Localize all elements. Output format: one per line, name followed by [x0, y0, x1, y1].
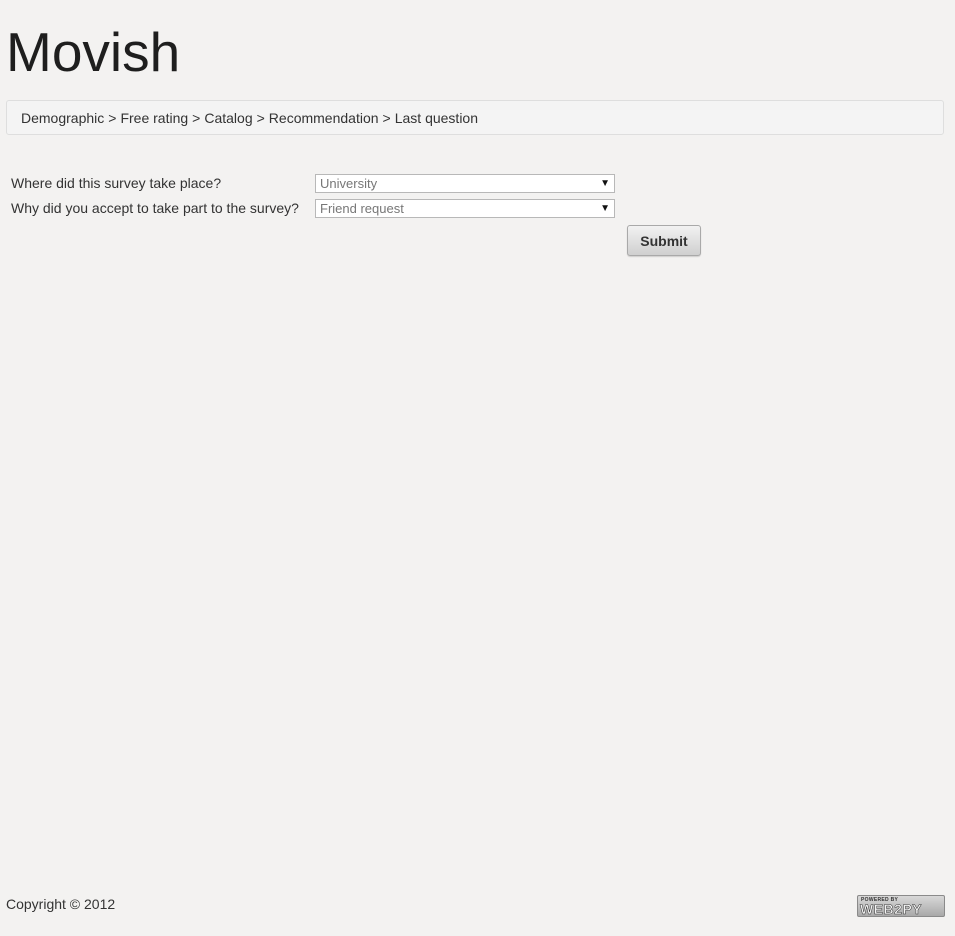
- survey-location-select[interactable]: University ▼: [315, 173, 615, 193]
- breadcrumb: Demographic > Free rating > Catalog > Re…: [6, 100, 944, 135]
- breadcrumb-item-recommendation: Recommendation: [268, 109, 379, 126]
- breadcrumb-item-demographic: Demographic: [21, 109, 105, 126]
- breadcrumb-separator: >: [256, 109, 265, 126]
- page-title: Movish: [6, 21, 181, 83]
- survey-location-label: Where did this survey take place?: [11, 175, 222, 191]
- breadcrumb-item-free-rating: Free rating: [120, 109, 189, 126]
- breadcrumb-item-catalog: Catalog: [204, 109, 253, 126]
- breadcrumb-separator: >: [382, 109, 391, 126]
- breadcrumb-item-last-question: Last question: [394, 109, 479, 126]
- breadcrumb-separator: >: [108, 109, 117, 126]
- survey-location-row: Where did this survey take place? Univer…: [11, 173, 615, 193]
- dropdown-arrow-icon: ▼: [600, 202, 610, 214]
- breadcrumb-separator: >: [192, 109, 201, 126]
- participation-reason-select[interactable]: Friend request ▼: [315, 198, 615, 218]
- dropdown-arrow-icon: ▼: [600, 177, 610, 189]
- survey-location-selected-value: University: [320, 175, 378, 191]
- participation-reason-row: Why did you accept to take part to the s…: [11, 198, 615, 218]
- web2py-logo-badge[interactable]: POWERED BY WEB2PY: [857, 895, 945, 917]
- badge-web2py-text: WEB2PY: [860, 901, 923, 917]
- copyright-text: Copyright © 2012: [6, 896, 116, 912]
- participation-reason-selected-value: Friend request: [320, 200, 404, 216]
- participation-reason-label: Why did you accept to take part to the s…: [11, 200, 299, 216]
- submit-button[interactable]: Submit: [627, 225, 701, 256]
